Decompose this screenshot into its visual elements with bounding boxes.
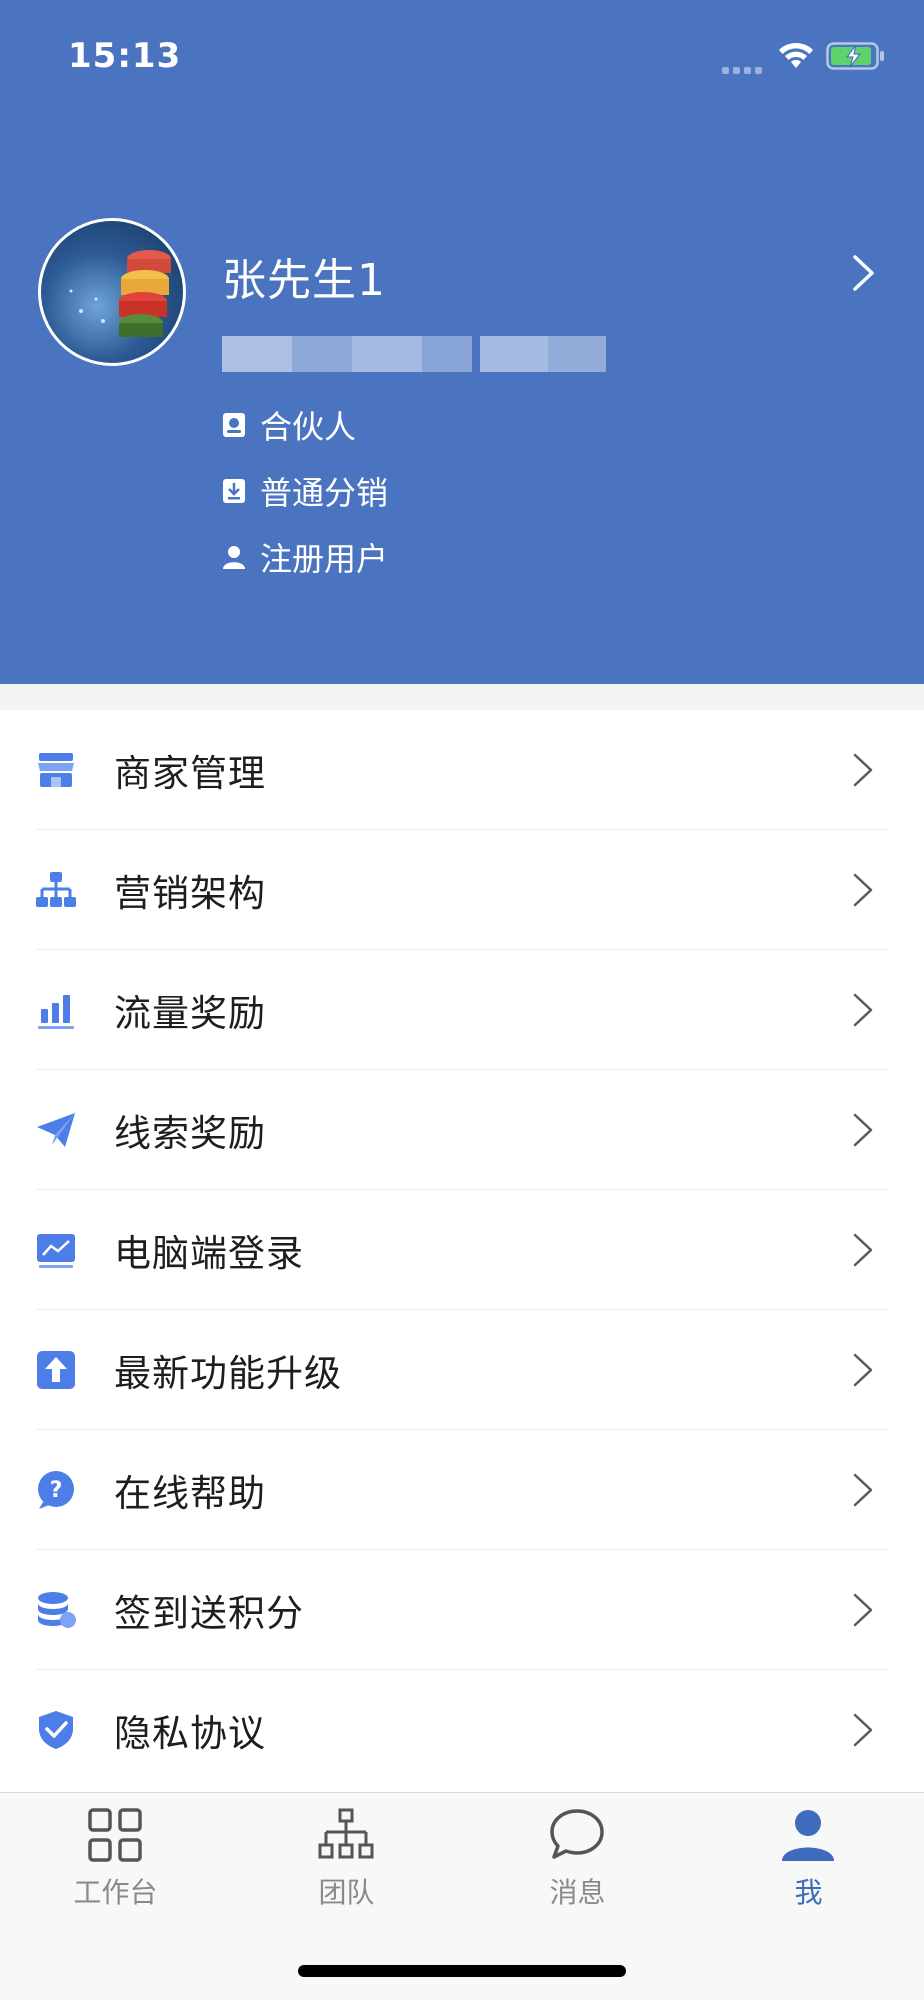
menu-item-online-help[interactable]: ? 在线帮助 bbox=[0, 1430, 924, 1550]
user-icon bbox=[222, 543, 246, 571]
tab-label: 消息 bbox=[549, 1876, 606, 1909]
org-chart-icon bbox=[35, 869, 77, 911]
svg-text:?: ? bbox=[50, 1478, 63, 1503]
help-icon: ? bbox=[35, 1469, 77, 1511]
menu-item-label: 线索奖励 bbox=[114, 1112, 266, 1155]
cellular-signal-icon bbox=[722, 59, 766, 74]
status-time: 15:13 bbox=[68, 36, 182, 76]
paper-plane-icon bbox=[35, 1109, 77, 1151]
badge-partner: 合伙人 bbox=[222, 402, 356, 448]
menu-item-label: 最新功能升级 bbox=[114, 1352, 342, 1395]
chat-bubble-icon bbox=[547, 1805, 607, 1865]
tab-workbench[interactable]: 工作台 bbox=[0, 1793, 231, 1943]
menu-item-label: 隐私协议 bbox=[114, 1712, 266, 1755]
menu-item-label: 电脑端登录 bbox=[114, 1232, 304, 1275]
upgrade-icon bbox=[35, 1349, 77, 1391]
home-indicator bbox=[298, 1965, 626, 1977]
avatar[interactable] bbox=[38, 218, 186, 366]
menu-item-marketing-structure[interactable]: 营销架构 bbox=[0, 830, 924, 950]
menu-item-traffic-reward[interactable]: 流量奖励 bbox=[0, 950, 924, 1070]
person-icon bbox=[778, 1805, 838, 1865]
masked-phone-number bbox=[222, 336, 606, 372]
menu-item-feature-upgrade[interactable]: 最新功能升级 bbox=[0, 1310, 924, 1430]
profile-name: 张先生1 bbox=[222, 255, 386, 306]
bar-chart-icon bbox=[35, 989, 77, 1031]
shield-check-icon bbox=[35, 1709, 77, 1751]
chevron-right-icon bbox=[853, 753, 873, 787]
chevron-right-icon bbox=[853, 1593, 873, 1627]
badge-label: 普通分销 bbox=[260, 474, 389, 512]
menu-item-label: 流量奖励 bbox=[114, 992, 266, 1035]
chevron-right-icon bbox=[853, 993, 873, 1027]
menu-item-merchant-management[interactable]: 商家管理 bbox=[0, 710, 924, 830]
avatar-image bbox=[69, 250, 171, 337]
badge-label: 合伙人 bbox=[260, 408, 357, 446]
tab-me[interactable]: 我 bbox=[693, 1793, 924, 1943]
grid-icon bbox=[85, 1805, 145, 1865]
settings-menu: 商家管理 营销架构 流量奖励 线索奖励 电脑端登录 最新功能升级 ? 在线帮助 … bbox=[0, 710, 924, 1792]
tab-label: 工作台 bbox=[73, 1876, 158, 1909]
menu-item-label: 在线帮助 bbox=[114, 1472, 266, 1515]
profile-header: 15:13 张先生1 合伙人 普通分销 注册用户 bbox=[0, 0, 924, 684]
battery-charging-icon bbox=[826, 42, 884, 70]
chevron-right-icon bbox=[853, 1713, 873, 1747]
chevron-right-icon bbox=[853, 1113, 873, 1147]
wifi-icon bbox=[779, 42, 813, 68]
tab-label: 我 bbox=[794, 1876, 823, 1909]
menu-item-lead-reward[interactable]: 线索奖励 bbox=[0, 1070, 924, 1190]
menu-item-label: 营销架构 bbox=[114, 872, 266, 915]
download-doc-icon bbox=[222, 477, 246, 505]
menu-item-label: 商家管理 bbox=[114, 752, 266, 795]
menu-item-checkin-points[interactable]: 签到送积分 bbox=[0, 1550, 924, 1670]
badge-distribution: 普通分销 bbox=[222, 468, 388, 514]
tab-messages[interactable]: 消息 bbox=[462, 1793, 693, 1943]
coins-icon bbox=[35, 1589, 77, 1631]
monitor-icon bbox=[35, 1229, 77, 1271]
team-icon bbox=[316, 1805, 376, 1865]
chevron-right-icon bbox=[853, 1353, 873, 1387]
tab-team[interactable]: 团队 bbox=[231, 1793, 462, 1943]
store-icon bbox=[35, 749, 77, 791]
id-card-icon bbox=[222, 411, 246, 439]
menu-item-label: 签到送积分 bbox=[114, 1592, 304, 1635]
chevron-right-icon[interactable] bbox=[852, 254, 876, 292]
chevron-right-icon bbox=[853, 1473, 873, 1507]
badge-label: 注册用户 bbox=[260, 540, 389, 578]
chevron-right-icon bbox=[853, 1233, 873, 1267]
menu-item-privacy-policy[interactable]: 隐私协议 bbox=[0, 1670, 924, 1790]
chevron-right-icon bbox=[853, 873, 873, 907]
menu-item-pc-login[interactable]: 电脑端登录 bbox=[0, 1190, 924, 1310]
badge-registered-user: 注册用户 bbox=[222, 534, 388, 580]
bottom-tab-bar: 工作台 团队 消息 我 bbox=[0, 1792, 924, 2000]
tab-label: 团队 bbox=[318, 1876, 375, 1909]
